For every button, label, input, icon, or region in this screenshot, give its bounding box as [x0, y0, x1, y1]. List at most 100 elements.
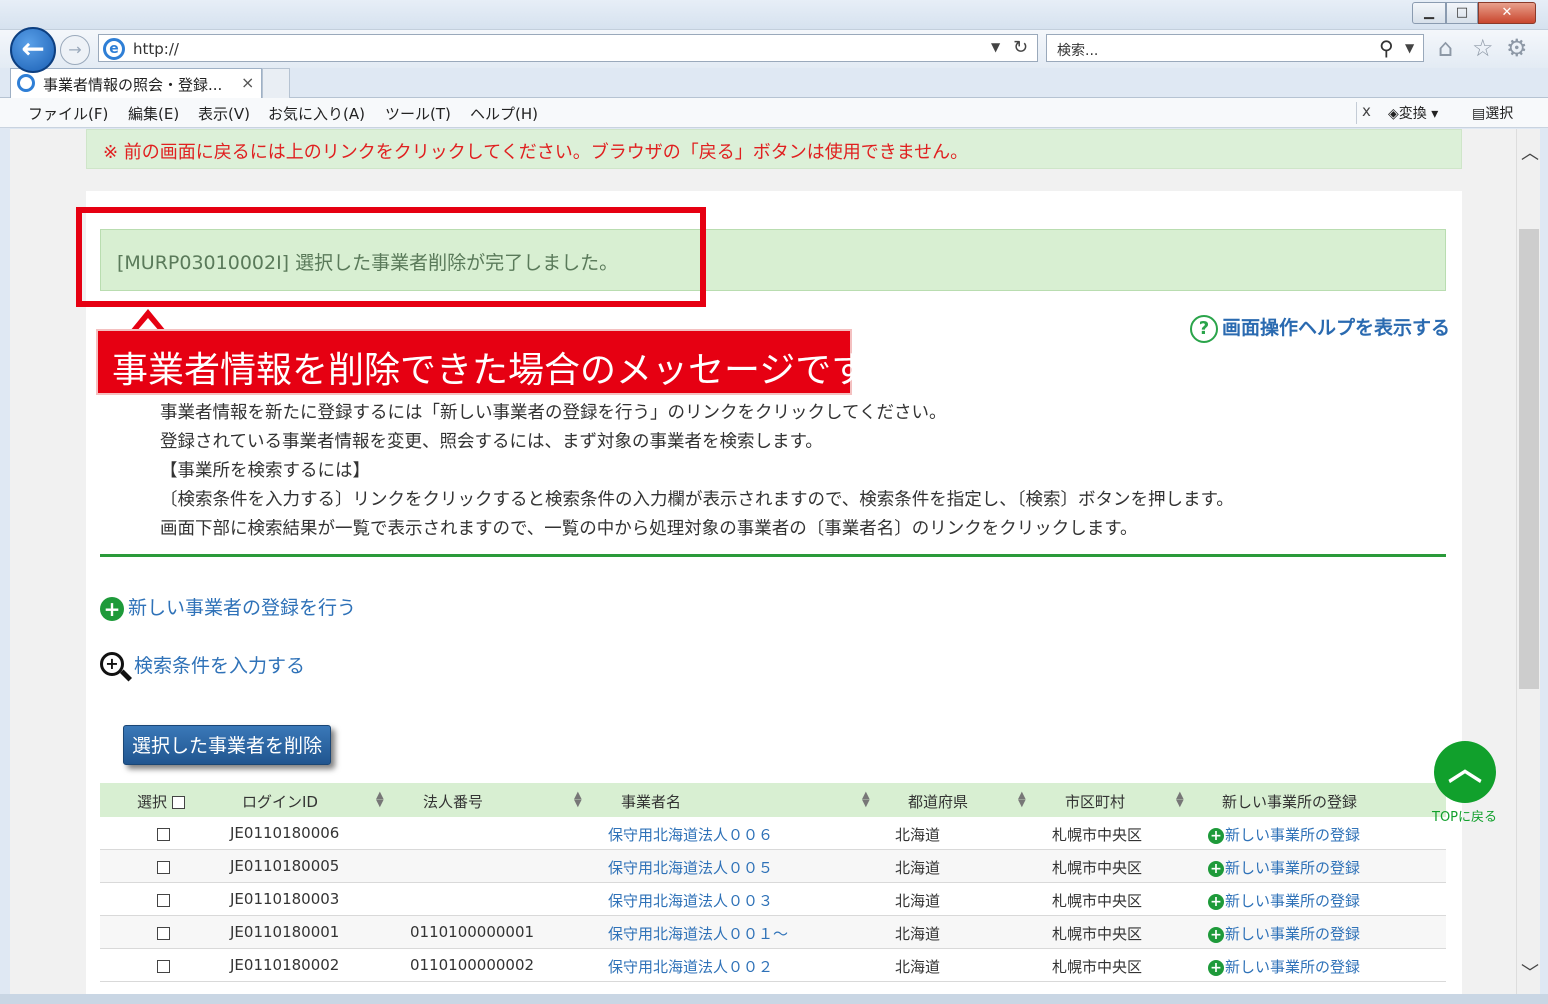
- new-office-link[interactable]: + 新しい事業所の登録: [1208, 890, 1360, 911]
- header-select-label: 選択: [137, 793, 168, 811]
- sort-prefecture-icon[interactable]: ▲ ▼: [1018, 791, 1026, 809]
- ie-logo-icon: e: [103, 38, 125, 60]
- new-operator-link-label[interactable]: 新しい事業者の登録を行う: [128, 597, 356, 619]
- menu-favorites[interactable]: お気に入り(A): [268, 103, 365, 124]
- new-office-link-label[interactable]: 新しい事業所の登録: [1225, 892, 1360, 910]
- cell-city: 札幌市中央区: [1052, 925, 1143, 943]
- menu-tools[interactable]: ツール(T): [385, 103, 451, 124]
- tab-active[interactable]: 事業者情報の照会・登録... ×: [10, 68, 262, 98]
- new-office-link[interactable]: + 新しい事業所の登録: [1208, 857, 1360, 878]
- cell-name-link[interactable]: 保守用北海道法人００２: [608, 956, 773, 977]
- cell-prefecture: 北海道: [895, 859, 941, 877]
- new-office-link[interactable]: + 新しい事業所の登録: [1208, 923, 1360, 944]
- back-to-top-button[interactable]: ︿: [1434, 741, 1496, 803]
- convert-button[interactable]: ◈変換 ▾: [1388, 103, 1438, 123]
- callout-label: 事業者情報を削除できた場合のメッセージです。: [98, 331, 900, 393]
- header-prefecture[interactable]: 都道府県: [908, 791, 968, 812]
- cell-city: 札幌市中央区: [1052, 826, 1143, 844]
- cell-name-link[interactable]: 保守用北海道法人００３: [608, 890, 773, 911]
- settings-gear-icon[interactable]: ⚙: [1506, 34, 1528, 62]
- cell-city: 札幌市中央区: [1052, 859, 1143, 877]
- new-operator-link[interactable]: + 新しい事業者の登録を行う: [100, 593, 356, 621]
- cell-prefecture: 北海道: [895, 958, 941, 976]
- new-office-link-label[interactable]: 新しい事業所の登録: [1225, 826, 1360, 844]
- sort-name-icon[interactable]: ▲ ▼: [862, 791, 870, 809]
- toolbar-close-icon[interactable]: x: [1362, 102, 1371, 120]
- row-checkbox[interactable]: [157, 927, 170, 940]
- search-dropdown-icon[interactable]: ▼: [1405, 41, 1414, 55]
- back-button[interactable]: ←: [10, 27, 56, 73]
- search-conditions-link[interactable]: + 検索条件を入力する: [100, 651, 305, 682]
- help-link-label[interactable]: 画面操作ヘルプを表示する: [1222, 317, 1450, 339]
- new-office-link-label[interactable]: 新しい事業所の登録: [1225, 925, 1360, 943]
- section-divider: [100, 554, 1446, 557]
- favorites-star-icon[interactable]: ☆: [1472, 34, 1494, 62]
- new-office-link-label[interactable]: 新しい事業所の登録: [1225, 958, 1360, 976]
- row-checkbox[interactable]: [157, 894, 170, 907]
- menu-edit[interactable]: 編集(E): [128, 103, 179, 124]
- convert-icon: ◈: [1388, 106, 1399, 122]
- row-checkbox[interactable]: [157, 828, 170, 841]
- table-row: JE0110180001 0110100000001 保守用北海道法人００１～ …: [100, 916, 1446, 949]
- forward-button[interactable]: →: [60, 35, 90, 65]
- search-placeholder[interactable]: 検索...: [1057, 40, 1098, 60]
- cell-name-link[interactable]: 保守用北海道法人００６: [608, 824, 773, 845]
- menu-help[interactable]: ヘルプ(H): [470, 103, 538, 124]
- header-select: 選択: [137, 791, 185, 812]
- header-corp-no[interactable]: 法人番号: [423, 791, 483, 812]
- menu-file[interactable]: ファイル(F): [28, 103, 108, 124]
- vertical-scrollbar[interactable]: ︿ ﹀: [1516, 129, 1540, 994]
- scroll-up-icon[interactable]: ︿: [1521, 139, 1539, 165]
- callout-pointer-inner: [136, 318, 160, 332]
- plus-circle-icon: +: [100, 596, 124, 621]
- header-name[interactable]: 事業者名: [621, 791, 681, 812]
- header-login-id[interactable]: ログインID: [242, 791, 318, 812]
- search-box[interactable]: 検索... ⚲ ▼: [1046, 34, 1424, 62]
- close-window-button[interactable]: ✕: [1478, 2, 1536, 24]
- menu-view[interactable]: 表示(V): [198, 103, 250, 124]
- cell-name-link[interactable]: 保守用北海道法人００１～: [608, 923, 788, 944]
- select-button[interactable]: ▤選択: [1472, 103, 1513, 123]
- new-tab-button[interactable]: [262, 68, 290, 98]
- new-office-link[interactable]: + 新しい事業所の登録: [1208, 956, 1360, 977]
- home-icon[interactable]: ⌂: [1438, 34, 1453, 62]
- address-url[interactable]: http://: [133, 40, 179, 58]
- row-checkbox[interactable]: [157, 861, 170, 874]
- cell-prefecture: 北海道: [895, 826, 941, 844]
- maximize-button[interactable]: □: [1446, 2, 1478, 24]
- menu-bar: ファイル(F) 編集(E) 表示(V) お気に入り(A) ツール(T) ヘルプ(…: [0, 98, 1548, 128]
- page-viewport: ※ 前の画面に戻るには上のリンクをクリックしてください。ブラウザの「戻る」ボタン…: [10, 129, 1516, 994]
- header-city[interactable]: 市区町村: [1065, 791, 1125, 812]
- search-conditions-link-label[interactable]: 検索条件を入力する: [134, 655, 305, 677]
- minimize-button[interactable]: ▁: [1412, 2, 1446, 24]
- refresh-icon[interactable]: ↻: [1013, 37, 1028, 58]
- results-table-header: 選択 ログインID ▲ ▼ 法人番号 ▲ ▼ 事業者名 ▲ ▼ 都道府県 ▲ ▼ 市区町…: [100, 783, 1446, 817]
- main-content: [MURP03010002I] 選択した事業者削除が完了しました。 事業者情報を…: [76, 191, 1462, 994]
- instruction-line: 画面下部に検索結果が一覧で表示されますので、一覧の中から処理対象の事業者の〔事業…: [160, 519, 1138, 539]
- address-bar[interactable]: e http:// ▼ ↻: [98, 34, 1038, 62]
- scroll-thumb[interactable]: [1519, 229, 1539, 689]
- back-to-top-label[interactable]: TOPに戻る: [1432, 806, 1497, 825]
- search-icon[interactable]: ⚲: [1379, 36, 1394, 60]
- plus-circle-icon: +: [1208, 893, 1224, 910]
- cell-login-id: JE0110180001: [230, 923, 340, 941]
- address-dropdown-icon[interactable]: ▼: [991, 40, 1000, 54]
- tab-close-icon[interactable]: ×: [241, 73, 254, 92]
- sort-corp-no-icon[interactable]: ▲ ▼: [574, 791, 582, 809]
- scroll-down-icon[interactable]: ﹀: [1521, 959, 1539, 985]
- tab-ie-icon: [17, 74, 35, 92]
- sort-city-icon[interactable]: ▲ ▼: [1176, 791, 1184, 809]
- cell-name-link[interactable]: 保守用北海道法人００５: [608, 857, 773, 878]
- new-office-link-label[interactable]: 新しい事業所の登録: [1225, 859, 1360, 877]
- help-question-icon: ?: [1190, 314, 1218, 343]
- cell-login-id: JE0110180002: [230, 956, 340, 974]
- row-checkbox[interactable]: [157, 960, 170, 973]
- sort-login-id-icon[interactable]: ▲ ▼: [376, 791, 384, 809]
- plus-circle-icon: +: [1208, 959, 1224, 976]
- select-all-checkbox[interactable]: [171, 796, 185, 809]
- delete-selected-button[interactable]: 選択した事業者を削除: [123, 725, 331, 765]
- new-office-link[interactable]: + 新しい事業所の登録: [1208, 824, 1360, 845]
- help-link[interactable]: ? 画面操作ヘルプを表示する: [1190, 313, 1450, 343]
- cell-city: 札幌市中央区: [1052, 958, 1143, 976]
- cell-corp-no: 0110100000002: [410, 956, 535, 974]
